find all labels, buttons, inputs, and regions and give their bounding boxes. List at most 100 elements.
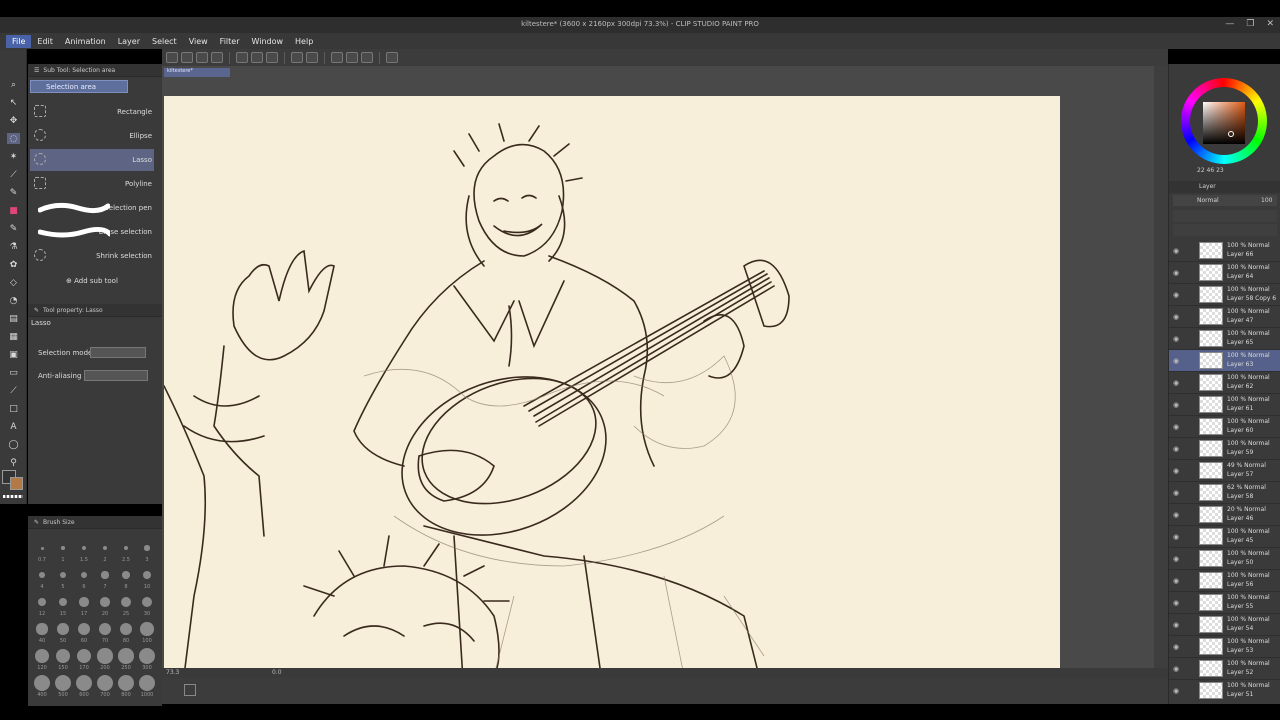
subtool-lasso[interactable]: Lasso [30,149,154,171]
eye-icon[interactable]: ◉ [1173,577,1179,585]
selection-mode-buttons[interactable] [90,347,146,358]
layer-row[interactable]: ◉ 20 % Normal Layer 46 [1169,504,1280,526]
layer-row[interactable]: ◉ 100 % Normal Layer 59 [1169,438,1280,460]
zoom-tool-icon[interactable]: ⌕ [7,79,20,90]
brush-size-cell[interactable]: 200 [95,646,115,672]
eye-icon[interactable]: ◉ [1173,335,1179,343]
brush-size-cell[interactable]: 120 [32,646,52,672]
eye-icon[interactable]: ◉ [1173,643,1179,651]
vertical-scrollbar[interactable] [1154,66,1168,672]
brush-size-cell[interactable]: 150 [53,646,73,672]
eye-icon[interactable]: ◉ [1173,313,1179,321]
layer-row[interactable]: ◉ 100 % Normal Layer 54 [1169,614,1280,636]
brush-size-cell[interactable]: 10 [137,565,157,591]
menu-edit[interactable]: Edit [31,35,59,48]
eye-icon[interactable]: ◉ [1173,401,1179,409]
layer-toolbar[interactable] [1173,210,1277,222]
brush-size-cell[interactable]: 3 [137,538,157,564]
layer-row[interactable]: ◉ 100 % Normal Layer 62 [1169,372,1280,394]
color-wheel[interactable] [1181,78,1267,164]
brush-size-cell[interactable]: 500 [53,673,73,699]
layer-row[interactable]: ◉ 100 % Normal Layer 55 [1169,592,1280,614]
brush-size-cell[interactable]: 50 [53,619,73,645]
menu-select[interactable]: Select [146,35,183,48]
brush-size-cell[interactable]: 1 [53,538,73,564]
zoom-value[interactable]: 73.3 [166,669,179,676]
blend-tool-icon[interactable]: ◔ [7,295,20,306]
layer-row[interactable]: ◉ 100 % Normal Layer 63 [1169,350,1280,372]
eye-icon[interactable]: ◉ [1173,555,1179,563]
eye-icon[interactable]: ◉ [1173,467,1179,475]
brush-size-cell[interactable]: 80 [116,619,136,645]
transparent-color-swatch[interactable] [3,495,23,498]
menu-window[interactable]: Window [245,35,289,48]
brush-size-cell[interactable]: 600 [74,673,94,699]
new-canvas-button[interactable] [166,52,178,63]
pencil-tool-icon[interactable]: ■ [7,205,20,216]
eye-icon[interactable]: ◉ [1173,445,1179,453]
brush-size-cell[interactable]: 0.7 [32,538,52,564]
layer-row[interactable]: ◉ 100 % Normal Layer 45 [1169,526,1280,548]
layer-row[interactable]: ◉ 100 % Normal Layer 60 [1169,416,1280,438]
redo-button[interactable] [251,52,263,63]
undo-button[interactable] [236,52,248,63]
canvas-paper[interactable] [164,96,1060,672]
document-tab[interactable]: kiltestere* [164,68,230,77]
eye-icon[interactable]: ◉ [1173,533,1179,541]
rotation-value[interactable]: 0.0 [272,669,282,676]
brush-size-cell[interactable]: 4 [32,565,52,591]
fill-tool-icon[interactable]: ▤ [7,313,20,324]
menu-view[interactable]: View [183,35,214,48]
brush-size-cell[interactable]: 1.5 [74,538,94,564]
layer-row[interactable]: ◉ 100 % Normal Layer 61 [1169,394,1280,416]
layer-row[interactable]: ◉ 100 % Normal Layer 47 [1169,306,1280,328]
layer-row[interactable]: ◉ 100 % Normal Layer 53 [1169,636,1280,658]
subtool-rectangle[interactable]: Rectangle [30,101,154,123]
fill-button[interactable] [291,52,303,63]
brush-size-cell[interactable]: 8 [116,565,136,591]
snap-grid-button[interactable] [346,52,358,63]
save-button[interactable] [196,52,208,63]
eyedropper-tool-icon[interactable]: ⟋ [7,169,20,180]
brush-size-cell[interactable]: 400 [32,673,52,699]
brush-size-cell[interactable]: 300 [137,646,157,672]
blend-mode-select[interactable]: Normal 100 [1173,195,1277,206]
minimize-button[interactable]: — [1225,19,1234,29]
object-tool-icon[interactable]: ↖ [7,97,20,108]
layer-row[interactable]: ◉ 100 % Normal Layer 56 [1169,570,1280,592]
brush-tool-icon[interactable]: ✎ [7,223,20,234]
brush-size-cell[interactable]: 100 [137,619,157,645]
eye-icon[interactable]: ◉ [1173,489,1179,497]
clear-button[interactable] [266,52,278,63]
menu-help[interactable]: Help [289,35,319,48]
subtool-erase-selection[interactable]: Erase selection [30,221,154,243]
wand-tool-icon[interactable]: ✶ [7,151,20,162]
eye-icon[interactable]: ◉ [1173,621,1179,629]
brush-size-cell[interactable]: 30 [137,592,157,618]
saturation-value-box[interactable] [1203,102,1245,144]
subtool-group-tab[interactable]: Selection area [30,80,128,93]
decoration-tool-icon[interactable]: ✿ [7,259,20,270]
panel-menu-icon[interactable]: ☰ [34,67,39,74]
layer-row[interactable]: ◉ 100 % Normal Layer 58 Copy 6 [1169,284,1280,306]
snap-ruler-button[interactable] [331,52,343,63]
eye-icon[interactable]: ◉ [1173,423,1179,431]
eye-icon[interactable]: ◉ [1173,379,1179,387]
ruler-tool-icon[interactable]: ⟋ [7,385,20,396]
sub-color-swatch[interactable] [10,477,23,490]
layer-row[interactable]: ◉ 100 % Normal Layer 66 [1169,240,1280,262]
eye-icon[interactable]: ◉ [1173,599,1179,607]
brush-size-cell[interactable]: 250 [116,646,136,672]
layer-row[interactable]: ◉ 62 % Normal Layer 58 [1169,482,1280,504]
brush-size-cell[interactable]: 1000 [137,673,157,699]
brush-size-cell[interactable]: 2.5 [116,538,136,564]
subtool-ellipse[interactable]: Ellipse [30,125,154,147]
brush-size-cell[interactable]: 40 [32,619,52,645]
eye-icon[interactable]: ◉ [1173,665,1179,673]
text-tool-icon[interactable]: A [7,421,20,432]
menu-file[interactable]: File [6,34,32,48]
export-button[interactable] [211,52,223,63]
brush-size-cell[interactable]: 5 [53,565,73,591]
airbrush-tool-icon[interactable]: ⚗ [7,241,20,252]
brush-size-cell[interactable]: 700 [95,673,115,699]
